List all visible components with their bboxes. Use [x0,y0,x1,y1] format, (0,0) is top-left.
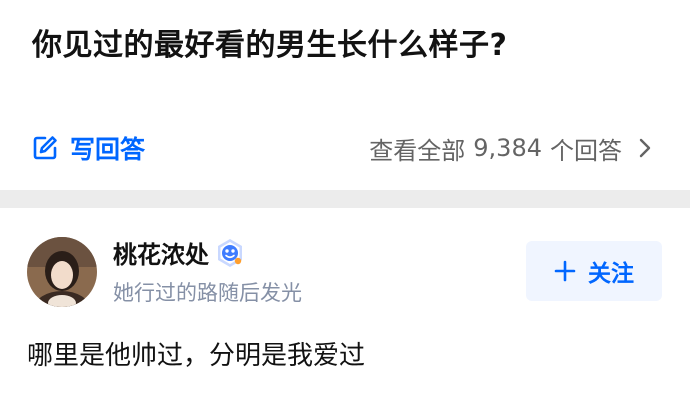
view-all-prefix: 查看全部 [369,136,466,165]
author-name[interactable]: 桃花浓处 [113,235,245,270]
follow-button[interactable]: 关注 [526,241,662,301]
verified-badge-icon [215,238,245,268]
chevron-right-icon [638,137,652,159]
question-page: 你见过的最好看的男生长什么样子? 写回答 查看全部 9,384 个回答 桃花浓处… [0,0,690,402]
answer-author-row: 桃花浓处 她行过的路随后发光 关注 [0,225,690,315]
section-divider [0,190,690,208]
question-action-bar: 写回答 查看全部 9,384 个回答 [0,120,690,176]
write-answer-label: 写回答 [70,135,146,164]
follow-label: 关注 [588,261,634,287]
author-name-text: 桃花浓处 [113,241,209,269]
plus-icon [554,260,576,282]
view-all-answers-link[interactable]: 查看全部 9,384 个回答 [369,128,652,168]
answer-excerpt[interactable]: 哪里是他帅过，分明是我爱过 [27,336,365,376]
view-all-suffix: 个回答 [550,136,622,165]
question-title[interactable]: 你见过的最好看的男生长什么样子? [32,22,507,70]
write-answer-button[interactable]: 写回答 [32,128,145,168]
avatar[interactable] [27,237,97,307]
author-bio: 她行过的路随后发光 [113,281,302,305]
answer-count: 9,384 [473,134,542,162]
edit-pencil-icon [32,135,58,161]
